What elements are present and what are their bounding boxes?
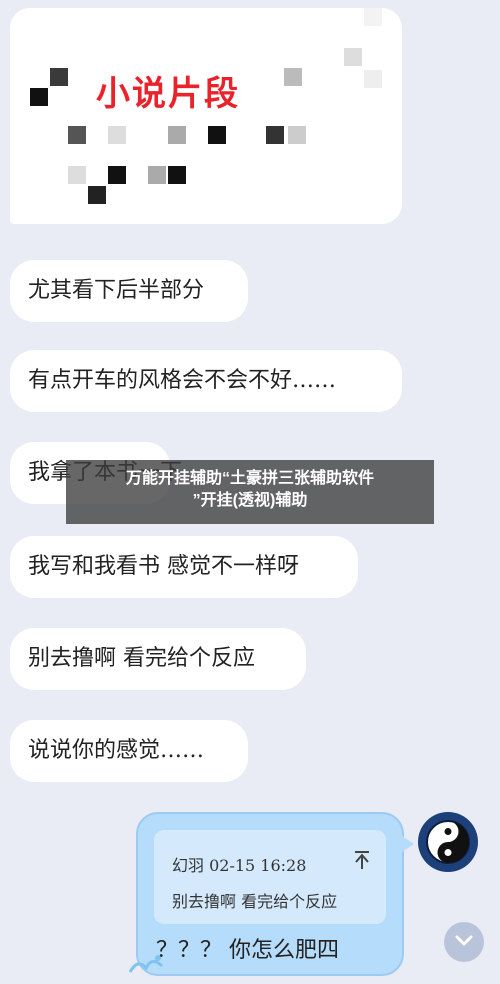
- card-title: 小说片段: [96, 74, 240, 114]
- message-bubble[interactable]: 我写和我看书 感觉不一样呀: [10, 536, 358, 598]
- ad-overlay-banner[interactable]: 万能开挂辅助“土豪拼三张辅助软件 ”开挂(透视)辅助: [66, 460, 434, 524]
- message-bubble[interactable]: 有点开车的风格会不会不好……: [10, 350, 402, 412]
- mosaic-block: [68, 166, 86, 184]
- wave-decoration-icon: [128, 948, 168, 978]
- message-text: 有点开车的风格会不会不好……: [28, 368, 337, 393]
- quote-text: 别去撸啊 看完给个反应: [172, 892, 338, 911]
- message-bubble[interactable]: 尤其看下后半部分: [10, 260, 248, 322]
- message-text: 说说你的感觉……: [28, 738, 205, 763]
- message-text: 尤其看下后半部分: [28, 278, 205, 303]
- mosaic-block: [148, 166, 166, 184]
- message-text: 我写和我看书 感觉不一样呀: [28, 554, 299, 579]
- mosaic-block: [364, 70, 382, 88]
- mosaic-block: [88, 186, 106, 204]
- sent-message-text: ？？？ 你怎么肥四: [156, 938, 339, 963]
- quoted-message[interactable]: 幻羽 02-15 16:28 别去撸啊 看完给个反应: [154, 830, 386, 924]
- up-arrow-icon[interactable]: [352, 850, 372, 875]
- mosaic-block: [284, 68, 302, 86]
- mosaic-block: [108, 166, 126, 184]
- mosaic-block: [364, 8, 382, 26]
- overlay-line-2: ”开挂(透视)辅助: [192, 492, 308, 509]
- yin-yang-icon[interactable]: [418, 812, 478, 872]
- mosaic-block: [208, 126, 226, 144]
- mosaic-block: [168, 166, 186, 184]
- mosaic-block: [30, 88, 48, 106]
- image-card[interactable]: 小说片段: [10, 8, 402, 224]
- mosaic-block: [344, 48, 362, 66]
- mosaic-block: [168, 126, 186, 144]
- overlay-line-1: 万能开挂辅助“土豪拼三张辅助软件: [125, 470, 374, 487]
- message-text: 别去撸啊 看完给个反应: [28, 646, 255, 671]
- sent-message-bubble[interactable]: 幻羽 02-15 16:28 别去撸啊 看完给个反应 ？？？ 你怎么肥四: [136, 812, 414, 976]
- message-bubble[interactable]: 别去撸啊 看完给个反应: [10, 628, 306, 690]
- quote-meta: 幻羽 02-15 16:28: [172, 856, 307, 875]
- mosaic-block: [108, 126, 126, 144]
- mosaic-block: [266, 126, 284, 144]
- message-bubble[interactable]: 说说你的感觉……: [10, 720, 248, 782]
- mosaic-block: [68, 126, 86, 144]
- chevron-down-icon: [454, 933, 474, 952]
- mosaic-block: [50, 68, 68, 86]
- mosaic-block: [288, 126, 306, 144]
- scroll-down-button[interactable]: [444, 922, 484, 962]
